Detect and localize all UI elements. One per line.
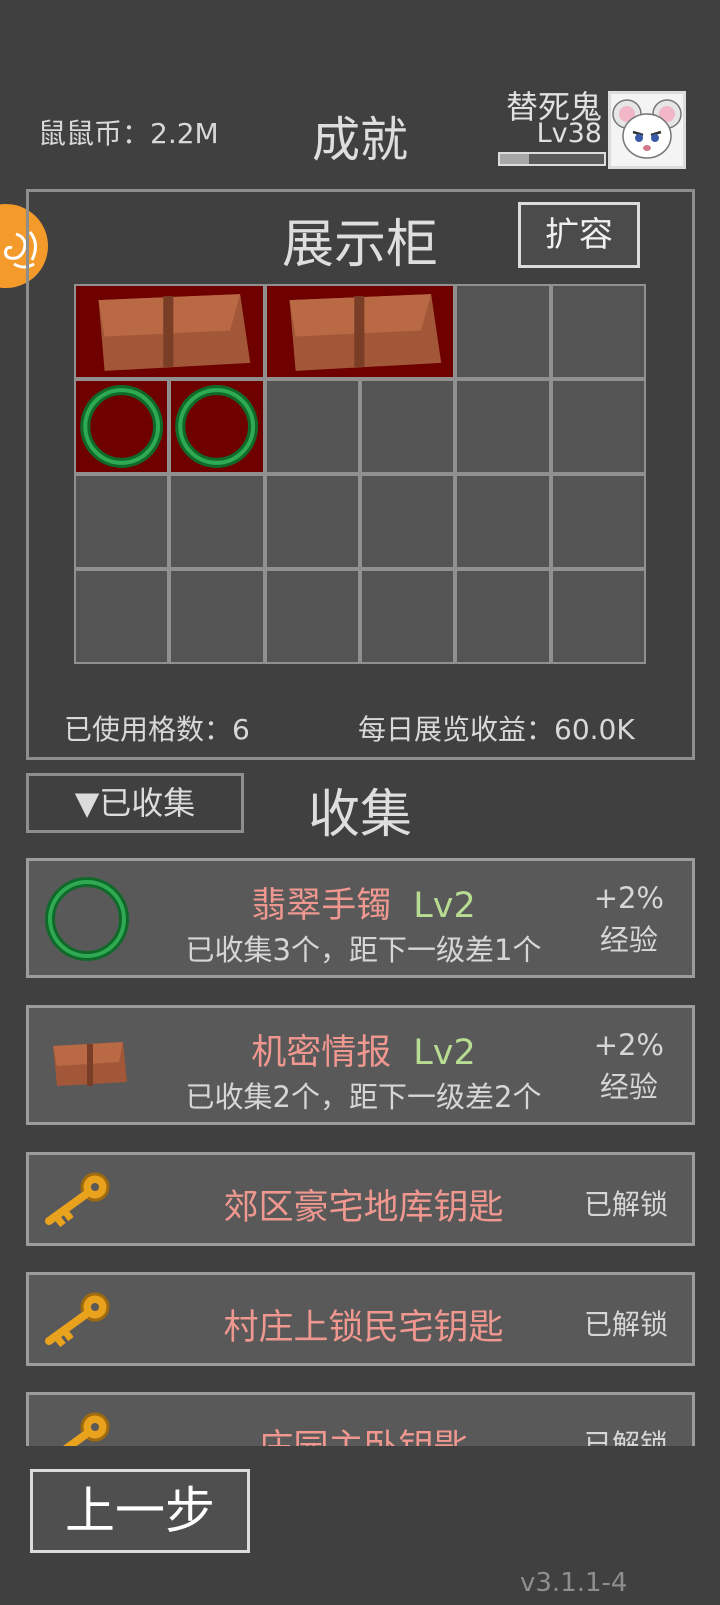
expand-button[interactable]: 扩容	[518, 202, 640, 268]
document-icon	[98, 294, 251, 371]
collection-item-level: Lv2	[413, 1033, 476, 1073]
unlocked-status: 已解锁	[583, 1428, 668, 1446]
display-slot-empty[interactable]	[74, 569, 170, 664]
experience-bar	[498, 152, 606, 166]
collection-item-village-house-key[interactable]: 村庄上锁民宅钥匙 已解锁	[26, 1272, 695, 1366]
display-slot-jade-bangle[interactable]	[169, 379, 265, 474]
collection-item-manor-bedroom-key[interactable]: 庄园主卧钥匙 已解锁	[26, 1392, 695, 1446]
display-slot-empty[interactable]	[550, 569, 646, 664]
display-slot-empty[interactable]	[360, 474, 456, 569]
display-slot-empty[interactable]	[550, 474, 646, 569]
jade-bangle-icon	[175, 385, 259, 468]
display-slot-empty[interactable]	[264, 569, 360, 664]
display-slot-document[interactable]	[264, 284, 456, 379]
back-button[interactable]: 上一步	[30, 1469, 250, 1553]
daily-exhibition-income: 每日展览收益：60.0K	[358, 713, 635, 746]
mouse-avatar-icon	[611, 94, 683, 166]
display-slot-empty[interactable]	[360, 569, 456, 664]
collection-item-level: Lv2	[413, 886, 476, 926]
display-slot-empty[interactable]	[360, 379, 456, 474]
display-slot-empty[interactable]	[264, 474, 360, 569]
display-slot-empty[interactable]	[455, 284, 551, 379]
unlocked-status: 已解锁	[583, 1308, 668, 1341]
collection-list[interactable]: 翡翠手镯 Lv2 已收集3个，距下一级差1个 +2% 经验 机密情报 Lv2 已收集2…	[26, 858, 695, 1446]
display-slot-empty[interactable]	[169, 569, 265, 664]
collection-title: 收集	[307, 785, 412, 845]
display-slot-jade-bangle[interactable]	[74, 379, 170, 474]
collection-item-jade-bangle[interactable]: 翡翠手镯 Lv2 已收集3个，距下一级差1个 +2% 经验	[26, 858, 695, 978]
display-slot-empty[interactable]	[74, 474, 170, 569]
collection-item-bonus: +2% 经验	[593, 881, 664, 957]
player-avatar[interactable]	[608, 91, 686, 169]
version-label: v3.1.1-4	[520, 1568, 628, 1598]
display-slot-document[interactable]	[74, 284, 265, 379]
display-slot-empty[interactable]	[455, 569, 551, 664]
display-slot-empty[interactable]	[169, 474, 265, 569]
collection-item-confidential-intel[interactable]: 机密情报 Lv2 已收集2个，距下一级差2个 +2% 经验	[26, 1005, 695, 1125]
display-slot-empty[interactable]	[550, 284, 646, 379]
player-level: Lv38	[536, 118, 602, 149]
display-slot-empty[interactable]	[455, 379, 551, 474]
unlocked-status: 已解锁	[583, 1188, 668, 1221]
display-slot-empty[interactable]	[550, 379, 646, 474]
display-slot-empty[interactable]	[264, 379, 360, 474]
experience-bar-fill	[500, 154, 530, 164]
collection-item-bonus: +2% 经验	[593, 1028, 664, 1104]
display-grid	[74, 284, 646, 664]
used-slots-count: 已使用格数：6	[64, 713, 250, 746]
collection-item-suburb-mansion-key[interactable]: 郊区豪宅地库钥匙 已解锁	[26, 1152, 695, 1246]
jade-bangle-icon	[80, 385, 164, 468]
display-slot-empty[interactable]	[455, 474, 551, 569]
document-icon	[289, 294, 441, 371]
